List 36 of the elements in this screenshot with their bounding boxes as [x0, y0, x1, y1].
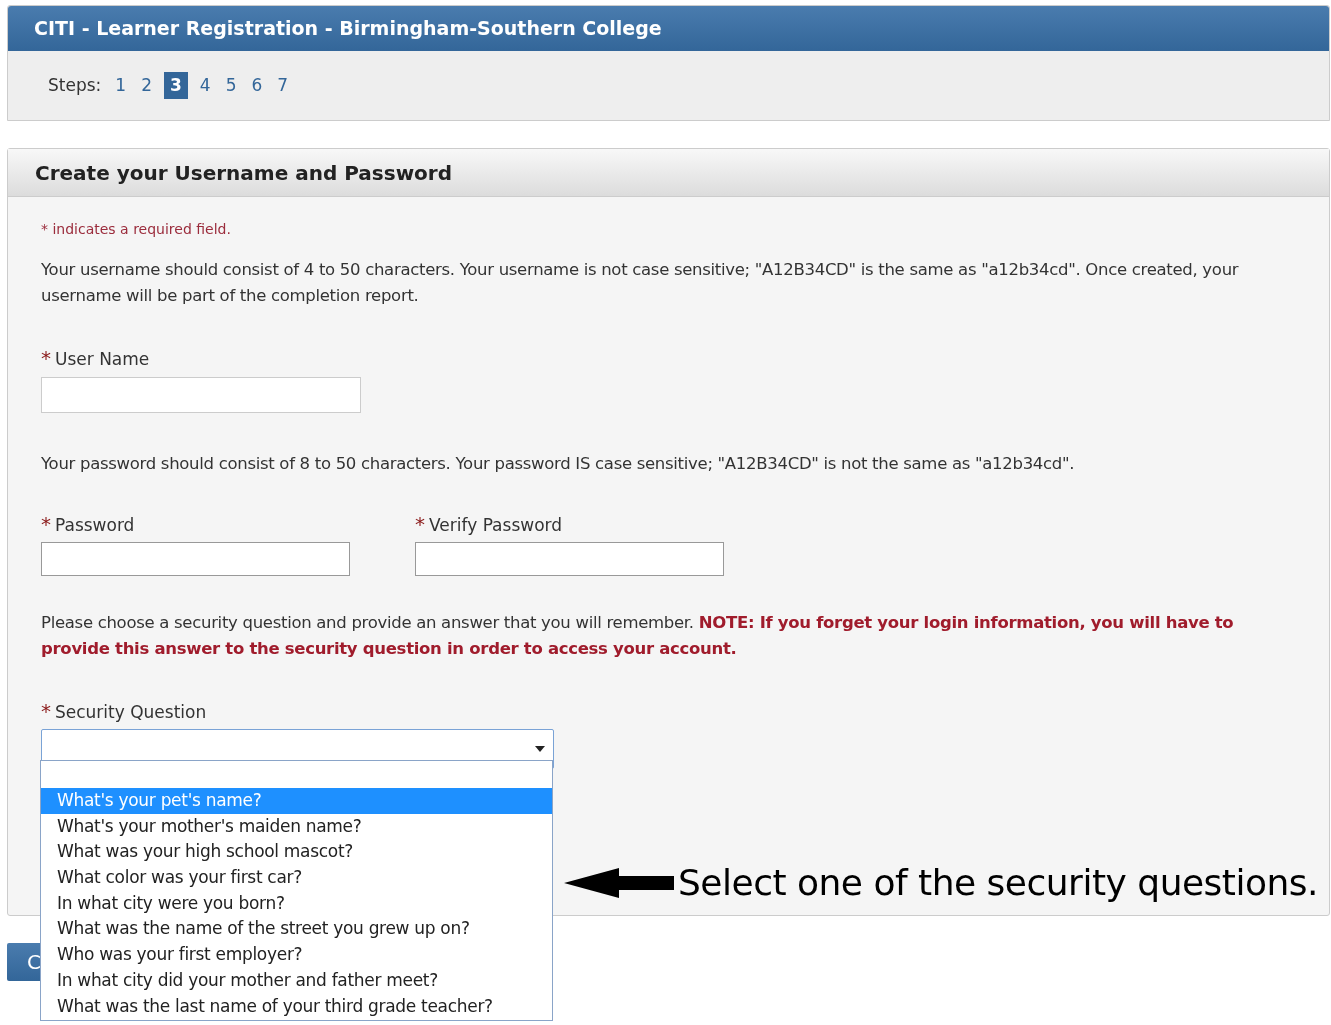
dropdown-option[interactable]: Who was your first employer?: [41, 942, 552, 968]
username-help-text: Your username should consist of 4 to 50 characters. Your username is not case sensitive; "A12B34CD" is the same as "a12b34cd". Once created, your username will be part of the completion report.: [41, 259, 1240, 307]
username-input[interactable]: [41, 376, 361, 413]
step-link[interactable]: 7: [274, 72, 292, 99]
dropdown-option[interactable]: What was the last name of your third grade teacher?: [41, 993, 552, 1020]
required-marker: *: [415, 513, 425, 534]
required-note: * indicates a required field.: [41, 220, 232, 239]
step-link[interactable]: 1: [112, 72, 130, 99]
panel-title: Create your Username and Password: [35, 159, 453, 187]
steps-label: Steps:: [48, 73, 102, 97]
page-title: CITI - Learner Registration - Birmingham-Southern College: [34, 16, 662, 42]
step-link[interactable]: 2: [138, 72, 155, 99]
verify-password-input[interactable]: [415, 542, 724, 576]
step-link[interactable]: 4: [196, 72, 214, 99]
dropdown-option[interactable]: In what city were you born?: [41, 890, 552, 917]
caret-icon: [535, 745, 545, 752]
required-marker: *: [41, 701, 51, 721]
field-label: Security Question: [55, 701, 207, 724]
arrow-icon: [564, 866, 674, 900]
security-help-text: Please choose a security question and provide an answer that you will remember. NOTE: If you forget your login information, you will have to provide this answer to the security question in order to access your account.: [41, 612, 1235, 660]
field-label: Verify Password: [429, 513, 563, 537]
step-link[interactable]: 6: [248, 72, 266, 99]
dropdown-option[interactable]: What color was your first car?: [41, 865, 552, 891]
required-marker: *: [41, 348, 51, 368]
field-label: User Name: [55, 348, 150, 371]
step-link[interactable]: 3: [163, 71, 188, 100]
dropdown-option[interactable]: What's your mother's maiden name?: [41, 813, 552, 840]
step-link[interactable]: 5: [222, 72, 240, 99]
dropdown-option[interactable]: In what city did your mother and father meet?: [41, 967, 552, 994]
dropdown-option[interactable]: What was your high school mascot?: [41, 839, 552, 866]
field-label: Password: [55, 513, 135, 537]
password-help-text: Your password should consist of 8 to 50 characters. Your password IS case sensitive; "A12B34CD" is not the same as "a12b34cd".: [41, 452, 1076, 475]
annotation-text: Select one of the security questions.: [678, 861, 1318, 905]
password-input[interactable]: [41, 542, 350, 576]
dropdown-option[interactable]: What was the name of the street you grew up on?: [41, 916, 552, 943]
required-marker: *: [41, 513, 51, 534]
